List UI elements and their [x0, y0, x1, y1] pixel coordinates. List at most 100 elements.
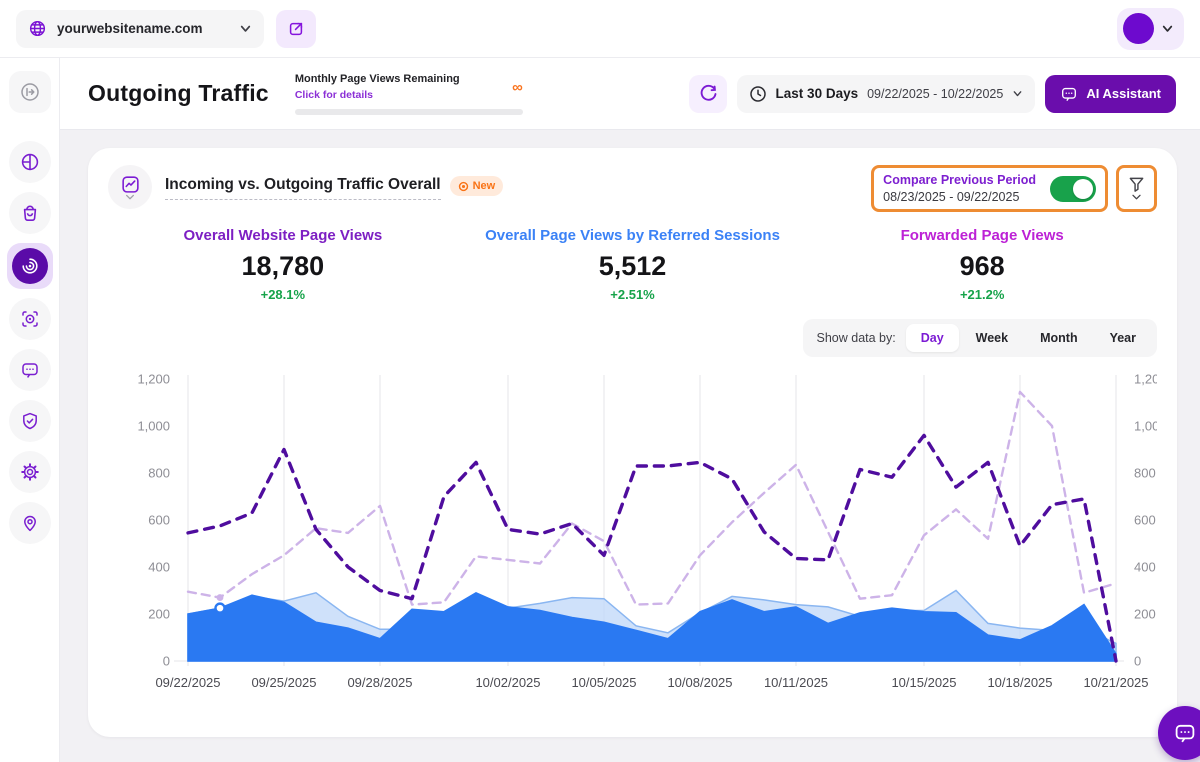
svg-text:600: 600 — [1134, 513, 1156, 528]
chart-area: 002002004004006006008008001,0001,0001,20… — [108, 365, 1157, 702]
traffic-radar-icon — [12, 248, 48, 284]
metric-label: Overall Page Views by Referred Sessions — [458, 227, 808, 244]
gear-icon — [20, 462, 40, 482]
sidebar-item-focus[interactable] — [9, 298, 51, 340]
svg-text:10/02/2025: 10/02/2025 — [475, 675, 540, 690]
date-range-picker[interactable]: Last 30 Days 09/22/2025 - 10/22/2025 — [737, 75, 1036, 113]
external-link-icon — [287, 20, 305, 38]
svg-text:1,000: 1,000 — [1134, 419, 1157, 434]
globe-icon — [28, 19, 47, 38]
card-title: Incoming vs. Outgoing Traffic Overall — [165, 176, 441, 200]
metric-forwarded-page-views: Forwarded Page Views 968 +21.2% — [807, 227, 1157, 302]
svg-text:800: 800 — [148, 466, 170, 481]
show-data-by-switcher: Show data by: Day Week Month Year — [803, 319, 1158, 357]
card-icon-button[interactable] — [108, 165, 152, 209]
pie-chart-icon — [20, 152, 40, 172]
topbar: yourwebsitename.com — [0, 0, 1200, 58]
usage-label: Monthly Page Views Remaining — [295, 73, 460, 85]
svg-text:600: 600 — [148, 513, 170, 528]
metric-referred-page-views: Overall Page Views by Referred Sessions … — [458, 227, 808, 302]
tab-month[interactable]: Month — [1025, 324, 1092, 352]
compare-range: 08/23/2025 - 09/22/2025 — [883, 190, 1036, 204]
filter-highlight-box — [1116, 165, 1157, 212]
svg-text:1,000: 1,000 — [137, 419, 170, 434]
usage-details-link[interactable]: Click for details — [295, 89, 373, 101]
svg-text:200: 200 — [148, 607, 170, 622]
metric-delta: +2.51% — [458, 287, 808, 302]
chevron-down-icon — [1012, 88, 1023, 99]
metric-delta: +21.2% — [807, 287, 1157, 302]
sidebar-item-analytics[interactable] — [9, 141, 51, 183]
sidebar-item-security[interactable] — [9, 400, 51, 442]
sidebar-item-outgoing-traffic[interactable] — [7, 243, 53, 289]
page-title: Outgoing Traffic — [88, 80, 269, 107]
svg-text:1,200: 1,200 — [1134, 372, 1157, 387]
compare-toggle[interactable] — [1050, 176, 1096, 202]
sidebar-item-settings[interactable] — [9, 451, 51, 493]
content-area: Incoming vs. Outgoing Traffic Overall Ne… — [60, 130, 1200, 762]
chat-bubble-icon — [1173, 721, 1197, 745]
open-website-button[interactable] — [276, 10, 316, 48]
svg-text:10/08/2025: 10/08/2025 — [667, 675, 732, 690]
tab-year[interactable]: Year — [1095, 324, 1151, 352]
svg-text:09/22/2025: 09/22/2025 — [155, 675, 220, 690]
ai-assistant-label: AI Assistant — [1086, 86, 1161, 101]
avatar — [1123, 13, 1154, 44]
svg-text:400: 400 — [148, 560, 170, 575]
refresh-icon — [698, 84, 718, 104]
ai-assistant-button[interactable]: AI Assistant — [1045, 75, 1176, 113]
new-badge-label: New — [473, 180, 496, 192]
chevron-down-icon — [125, 194, 135, 201]
line-chart-icon — [120, 174, 141, 195]
tab-day[interactable]: Day — [906, 324, 959, 352]
svg-text:10/18/2025: 10/18/2025 — [987, 675, 1052, 690]
chat-bubble-icon — [20, 360, 40, 380]
collapse-arrow-icon — [19, 81, 41, 103]
metric-value: 18,780 — [108, 251, 458, 282]
sidebar-collapse-button[interactable] — [9, 71, 51, 113]
svg-text:10/21/2025: 10/21/2025 — [1083, 675, 1148, 690]
svg-text:1,200: 1,200 — [137, 372, 170, 387]
sidebar-item-store[interactable] — [9, 192, 51, 234]
metric-label: Overall Website Page Views — [108, 227, 458, 244]
usage-widget: Monthly Page Views Remaining Click for d… — [295, 73, 523, 115]
website-selector[interactable]: yourwebsitename.com — [16, 10, 264, 48]
svg-text:800: 800 — [1134, 466, 1156, 481]
metrics-row: Overall Website Page Views 18,780 +28.1%… — [108, 227, 1157, 302]
website-name: yourwebsitename.com — [57, 21, 229, 36]
target-icon — [458, 181, 469, 192]
sidebar-item-messages[interactable] — [9, 349, 51, 391]
chevron-down-icon — [1161, 22, 1174, 35]
filter-funnel-icon[interactable] — [1127, 176, 1146, 201]
svg-text:10/05/2025: 10/05/2025 — [571, 675, 636, 690]
new-badge: New — [450, 176, 504, 196]
svg-text:0: 0 — [163, 654, 170, 669]
ai-chat-icon — [1060, 85, 1078, 103]
metric-overall-page-views: Overall Website Page Views 18,780 +28.1% — [108, 227, 458, 302]
refresh-button[interactable] — [689, 75, 727, 113]
shopping-bag-icon — [20, 203, 40, 223]
metric-label: Forwarded Page Views — [807, 227, 1157, 244]
metric-value: 968 — [807, 251, 1157, 282]
sidebar — [0, 58, 60, 762]
show-data-by-label: Show data by: — [817, 331, 896, 345]
compare-highlight-box: Compare Previous Period 08/23/2025 - 09/… — [871, 165, 1108, 212]
usage-progress-bar — [295, 109, 523, 115]
metric-delta: +28.1% — [108, 287, 458, 302]
infinity-quota: ∞ — [512, 80, 523, 95]
svg-text:10/15/2025: 10/15/2025 — [891, 675, 956, 690]
svg-text:400: 400 — [1134, 560, 1156, 575]
traffic-card: Incoming vs. Outgoing Traffic Overall Ne… — [88, 148, 1177, 737]
tab-week[interactable]: Week — [961, 324, 1023, 352]
chevron-down-icon — [239, 22, 252, 35]
account-menu[interactable] — [1117, 8, 1184, 50]
sidebar-item-locations[interactable] — [9, 502, 51, 544]
svg-text:09/25/2025: 09/25/2025 — [251, 675, 316, 690]
compare-label: Compare Previous Period — [883, 173, 1036, 187]
metric-value: 5,512 — [458, 251, 808, 282]
clock-icon — [749, 85, 767, 103]
svg-text:0: 0 — [1134, 654, 1141, 669]
focus-scan-icon — [20, 309, 40, 329]
svg-text:09/28/2025: 09/28/2025 — [347, 675, 412, 690]
traffic-chart: 002002004004006006008008001,0001,0001,20… — [108, 365, 1157, 697]
